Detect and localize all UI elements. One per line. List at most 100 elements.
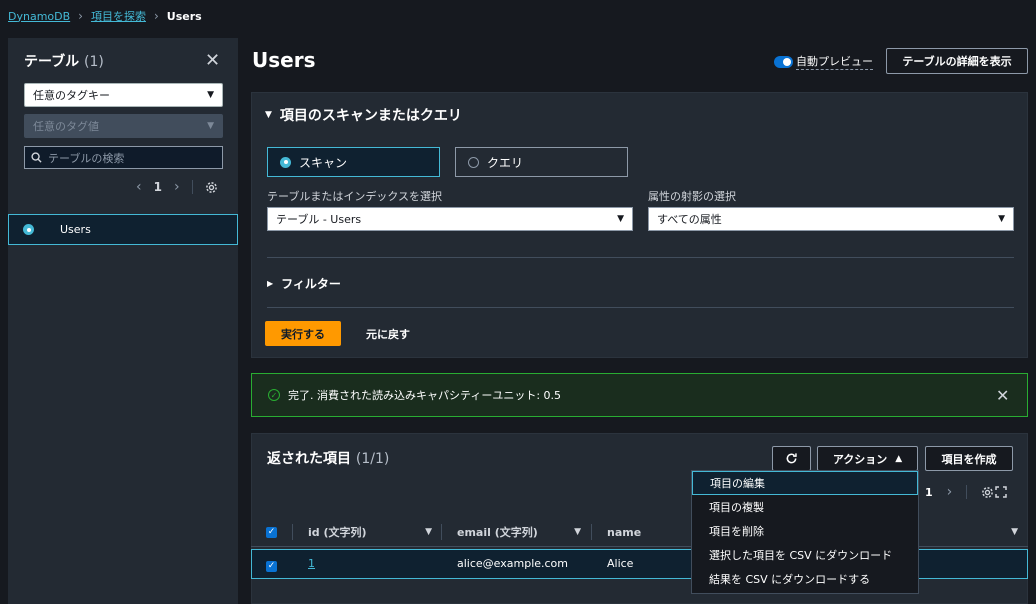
- filter-label: フィルター: [281, 277, 341, 291]
- scan-query-panel: ▼ 項目のスキャンまたはクエリ スキャン クエリ テーブルまたはインデックスを選…: [251, 92, 1028, 358]
- sort-icon: ▼: [1011, 527, 1018, 537]
- radio-selected-icon: [23, 224, 34, 235]
- breadcrumb-explore-link[interactable]: 項目を探索: [91, 8, 146, 24]
- table-index-select[interactable]: テーブル - Users ▼: [267, 207, 633, 231]
- run-button[interactable]: 実行する: [265, 321, 341, 346]
- create-item-button[interactable]: 項目を作成: [925, 446, 1013, 471]
- checkbox-checked-icon: ✓: [266, 560, 277, 572]
- caret-down-icon: ▼: [998, 214, 1005, 224]
- reset-button[interactable]: 元に戻す: [366, 326, 410, 342]
- breadcrumb: DynamoDB › 項目を探索 › Users: [8, 8, 202, 24]
- divider: [191, 180, 193, 194]
- divider: [292, 524, 293, 540]
- caret-up-icon: ▲: [895, 453, 903, 464]
- sidebar-title: テーブル (1): [24, 51, 104, 71]
- check-circle-icon: ✓: [268, 389, 280, 401]
- search-icon: [31, 152, 42, 163]
- sort-icon: ▼: [574, 527, 581, 537]
- projection-select-value: すべての属性: [657, 213, 722, 226]
- sidebar-table-count: (1): [84, 54, 104, 70]
- results-pagination: 1 ›: [925, 484, 994, 500]
- menu-item-download-selected[interactable]: 選択した項目を CSV にダウンロード: [692, 543, 918, 567]
- divider: [591, 524, 592, 540]
- chevron-right-icon[interactable]: ›: [174, 179, 180, 195]
- caret-down-icon: ▼: [207, 90, 214, 100]
- tag-value-select: 任意のタグ値 ▼: [24, 114, 223, 138]
- chevron-right-icon: ›: [153, 9, 159, 23]
- radio-unselected-icon: [468, 156, 479, 168]
- close-icon[interactable]: ✕: [205, 50, 220, 71]
- auto-preview-label[interactable]: 自動プレビュー: [796, 53, 873, 70]
- chevron-left-icon[interactable]: ‹: [136, 179, 142, 195]
- row-email: alice@example.com: [457, 557, 569, 570]
- auto-preview-toggle[interactable]: [774, 56, 793, 68]
- column-header-label: name: [607, 525, 642, 539]
- tag-key-select-value: 任意のタグキー: [33, 89, 110, 102]
- sidebar-item-users[interactable]: Users: [8, 214, 238, 245]
- tables-sidebar: テーブル (1) ✕ 任意のタグキー ▼ 任意のタグ値 ▼ テーブルの検索 ‹ …: [8, 38, 238, 604]
- sidebar-pagination: ‹ 1 ›: [136, 179, 218, 195]
- projection-select[interactable]: すべての属性 ▼: [648, 207, 1014, 231]
- table-details-button[interactable]: テーブルの詳細を表示: [886, 48, 1028, 74]
- results-count: (1/1): [355, 451, 390, 467]
- row-name: Alice: [607, 557, 634, 570]
- alert-message: 完了. 消費された読み込みキャパシティーユニット: 0.5: [288, 389, 562, 402]
- success-alert: ✓ 完了. 消費された読み込みキャパシティーユニット: 0.5: [251, 373, 1028, 417]
- column-header-email[interactable]: email (文字列) ▼: [457, 517, 581, 547]
- row-checkbox[interactable]: ✓: [266, 558, 277, 572]
- menu-item-delete[interactable]: 項目を削除: [692, 519, 918, 543]
- column-header-label: email (文字列): [457, 526, 538, 539]
- radio-selected-icon: [280, 156, 291, 168]
- scan-query-header[interactable]: ▼ 項目のスキャンまたはクエリ: [265, 105, 462, 125]
- query-option-label: クエリ: [487, 155, 524, 170]
- table-index-label: テーブルまたはインデックスを選択: [267, 190, 443, 203]
- caret-right-icon: ▶: [267, 279, 274, 288]
- refresh-button[interactable]: [772, 446, 811, 471]
- search-placeholder: テーブルの検索: [48, 151, 125, 165]
- gear-icon[interactable]: [981, 486, 994, 499]
- caret-down-icon: ▼: [207, 121, 214, 131]
- tag-value-select-value: 任意のタグ値: [33, 120, 99, 133]
- query-option[interactable]: クエリ: [455, 147, 628, 177]
- column-header-label: id (文字列): [308, 526, 367, 539]
- divider: [966, 485, 968, 499]
- scan-option-label: スキャン: [299, 155, 348, 170]
- results-header: 返された項目 (1/1): [267, 448, 389, 468]
- divider: [267, 307, 1014, 308]
- divider: [267, 257, 1014, 258]
- projection-label: 属性の射影の選択: [648, 190, 736, 203]
- results-page-number[interactable]: 1: [925, 486, 933, 499]
- checkbox-checked-icon: ✓: [266, 526, 277, 538]
- close-icon[interactable]: ✕: [996, 386, 1009, 405]
- page-title: Users: [252, 48, 316, 72]
- sidebar-item-label: Users: [60, 223, 91, 236]
- sort-icon: ▼: [425, 527, 432, 537]
- menu-item-edit[interactable]: 項目の編集: [692, 471, 918, 495]
- gear-icon[interactable]: [205, 181, 218, 194]
- chevron-right-icon[interactable]: ›: [947, 484, 953, 500]
- tag-key-select[interactable]: 任意のタグキー ▼: [24, 83, 223, 107]
- caret-down-icon: ▼: [617, 214, 624, 224]
- actions-button-label: アクション: [832, 452, 888, 466]
- menu-item-duplicate[interactable]: 項目の複製: [692, 495, 918, 519]
- refresh-icon: [786, 453, 797, 464]
- column-header-id[interactable]: id (文字列) ▼: [308, 517, 432, 547]
- actions-button[interactable]: アクション ▲: [817, 446, 918, 471]
- select-all-checkbox[interactable]: ✓: [266, 517, 277, 547]
- table-search-input[interactable]: テーブルの検索: [24, 146, 223, 169]
- sidebar-page-number[interactable]: 1: [154, 180, 162, 194]
- menu-item-download-results[interactable]: 結果を CSV にダウンロードする: [692, 567, 918, 591]
- fullscreen-icon[interactable]: [995, 486, 1007, 501]
- row-id-link[interactable]: 1: [308, 557, 315, 570]
- breadcrumb-dynamodb-link[interactable]: DynamoDB: [8, 10, 70, 23]
- scan-option[interactable]: スキャン: [267, 147, 440, 177]
- divider: [441, 524, 442, 540]
- results-title: 返された項目: [267, 451, 351, 467]
- caret-down-icon: ▼: [265, 110, 272, 120]
- scan-query-title: 項目のスキャンまたはクエリ: [279, 108, 462, 124]
- filter-expander[interactable]: ▶ フィルター: [267, 275, 341, 292]
- breadcrumb-current: Users: [166, 9, 202, 23]
- actions-menu: 項目の編集 項目の複製 項目を削除 選択した項目を CSV にダウンロード 結果…: [691, 470, 919, 594]
- table-index-select-value: テーブル - Users: [276, 213, 362, 226]
- chevron-right-icon: ›: [78, 9, 83, 23]
